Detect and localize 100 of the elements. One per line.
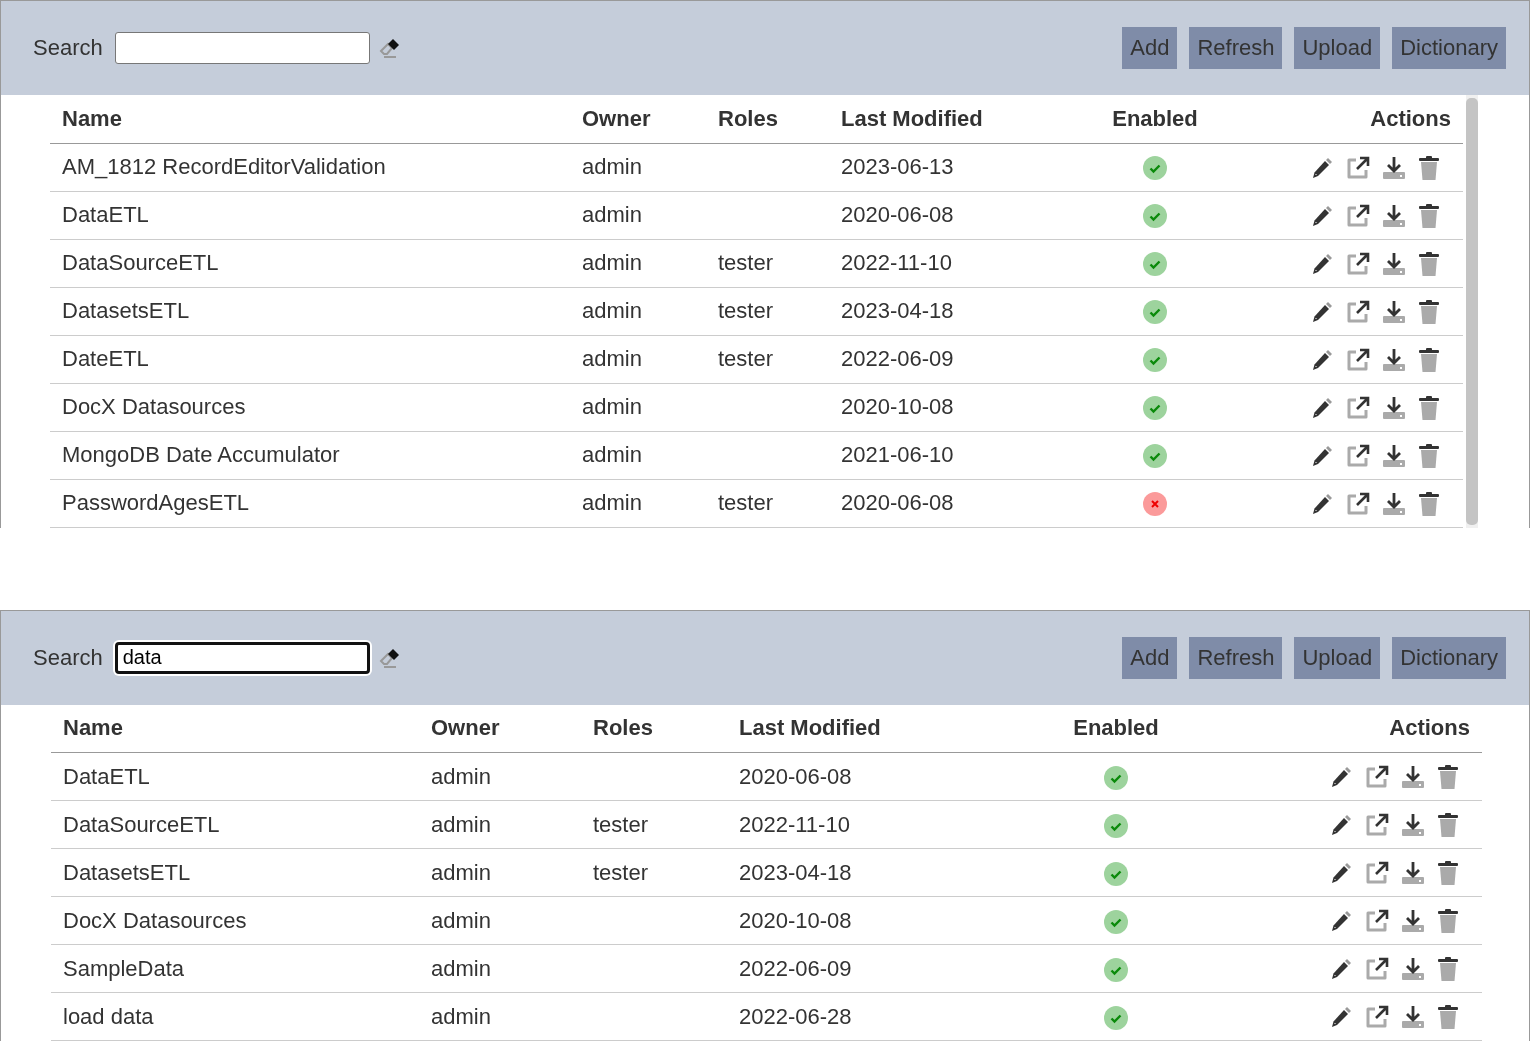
date-cell: 2021-06-10: [829, 431, 1061, 479]
name-cell: DataETL: [51, 752, 419, 801]
roles-cell: tester: [706, 479, 829, 527]
name-cell: DatasetsETL: [51, 848, 419, 897]
name-cell: DocX Datasources: [50, 383, 570, 431]
download-icon[interactable]: [1400, 1004, 1426, 1031]
external-link-icon[interactable]: [1345, 490, 1371, 517]
toolbar-button[interactable]: Dictionary: [1392, 27, 1506, 69]
scrollbar[interactable]: [1466, 95, 1478, 528]
owner-cell: admin: [570, 143, 706, 191]
search-label: Search: [33, 644, 103, 671]
external-link-icon[interactable]: [1364, 1004, 1390, 1031]
download-icon[interactable]: [1381, 298, 1407, 325]
owner-cell: admin: [570, 191, 706, 239]
trash-icon[interactable]: [1436, 812, 1460, 839]
download-icon[interactable]: [1381, 394, 1407, 421]
date-cell: 2023-06-13: [829, 143, 1061, 191]
trash-icon[interactable]: [1417, 298, 1441, 325]
search-label: Search: [33, 35, 103, 61]
date-cell: 2020-06-08: [829, 191, 1061, 239]
external-link-icon[interactable]: [1345, 442, 1371, 469]
external-link-icon[interactable]: [1345, 202, 1371, 229]
download-icon[interactable]: [1400, 956, 1426, 983]
owner-cell: admin: [570, 431, 706, 479]
search-field[interactable]: data: [114, 641, 370, 674]
name-cell: load data: [51, 992, 419, 1041]
external-link-icon[interactable]: [1345, 298, 1371, 325]
column-header: Last Modified: [727, 704, 1021, 753]
name-cell: DatasetsETL: [50, 287, 570, 335]
date-cell: 2020-06-08: [829, 479, 1061, 527]
download-icon[interactable]: [1381, 346, 1407, 373]
download-icon[interactable]: [1381, 202, 1407, 229]
trash-icon[interactable]: [1417, 250, 1441, 277]
date-cell: 2020-06-08: [727, 752, 1021, 801]
download-icon[interactable]: [1381, 490, 1407, 517]
owner-cell: admin: [419, 944, 581, 993]
search-field[interactable]: [114, 32, 370, 64]
column-header: Owner: [419, 704, 581, 753]
trash-icon[interactable]: [1436, 956, 1460, 983]
owner-cell: admin: [419, 752, 581, 801]
toolbar-button[interactable]: Upload: [1294, 636, 1381, 679]
column-header: Owner: [570, 95, 706, 143]
column-header: Name: [50, 95, 570, 143]
trash-icon[interactable]: [1417, 346, 1441, 373]
date-cell: 2020-10-08: [727, 896, 1021, 945]
name-cell: AM_1812 RecordEditorValidation: [50, 143, 570, 191]
owner-cell: admin: [570, 383, 706, 431]
owner-cell: admin: [570, 479, 706, 527]
toolbar-button[interactable]: Add: [1122, 27, 1178, 69]
download-icon[interactable]: [1381, 154, 1407, 181]
column-header: Enabled: [1061, 95, 1249, 143]
date-cell: 2020-10-08: [829, 383, 1061, 431]
toolbar-button[interactable]: Add: [1122, 636, 1178, 679]
trash-icon[interactable]: [1417, 442, 1441, 469]
roles-cell: tester: [581, 848, 727, 897]
external-link-icon[interactable]: [1364, 764, 1390, 791]
external-link-icon[interactable]: [1345, 394, 1371, 421]
download-icon[interactable]: [1400, 764, 1426, 791]
date-cell: 2022-06-09: [829, 335, 1061, 383]
download-icon[interactable]: [1381, 250, 1407, 277]
external-link-icon[interactable]: [1345, 250, 1371, 277]
owner-cell: admin: [419, 800, 581, 849]
column-header: Name: [51, 704, 419, 753]
trash-icon[interactable]: [1436, 908, 1460, 935]
external-link-icon[interactable]: [1345, 154, 1371, 181]
external-link-icon[interactable]: [1364, 860, 1390, 887]
trash-icon[interactable]: [1436, 860, 1460, 887]
trash-icon[interactable]: [1436, 764, 1460, 791]
download-icon[interactable]: [1400, 908, 1426, 935]
toolbar-button[interactable]: Refresh: [1189, 636, 1283, 679]
trash-icon[interactable]: [1417, 154, 1441, 181]
owner-cell: admin: [570, 287, 706, 335]
owner-cell: admin: [419, 992, 581, 1041]
trash-icon[interactable]: [1417, 202, 1441, 229]
column-header: Actions: [1211, 704, 1482, 753]
name-cell: SampleData: [51, 944, 419, 993]
name-cell: MongoDB Date Accumulator: [50, 431, 570, 479]
column-header: Roles: [706, 95, 829, 143]
toolbar-button[interactable]: Upload: [1294, 27, 1381, 69]
eraser-icon[interactable]: [377, 36, 402, 60]
toolbar-button[interactable]: Refresh: [1189, 27, 1283, 69]
roles-cell: tester: [706, 335, 829, 383]
roles-cell: tester: [706, 287, 829, 335]
name-cell: DataSourceETL: [50, 239, 570, 287]
external-link-icon[interactable]: [1345, 346, 1371, 373]
date-cell: 2023-04-18: [727, 848, 1021, 897]
toolbar-button[interactable]: Dictionary: [1392, 636, 1506, 679]
download-icon[interactable]: [1381, 442, 1407, 469]
download-icon[interactable]: [1400, 812, 1426, 839]
trash-icon[interactable]: [1436, 1004, 1460, 1031]
name-cell: DateETL: [50, 335, 570, 383]
trash-icon[interactable]: [1417, 394, 1441, 421]
date-cell: 2022-11-10: [727, 800, 1021, 849]
external-link-icon[interactable]: [1364, 908, 1390, 935]
external-link-icon[interactable]: [1364, 812, 1390, 839]
trash-icon[interactable]: [1417, 490, 1441, 517]
date-cell: 2022-06-09: [727, 944, 1021, 993]
external-link-icon[interactable]: [1364, 956, 1390, 983]
roles-cell: tester: [581, 800, 727, 849]
download-icon[interactable]: [1400, 860, 1426, 887]
